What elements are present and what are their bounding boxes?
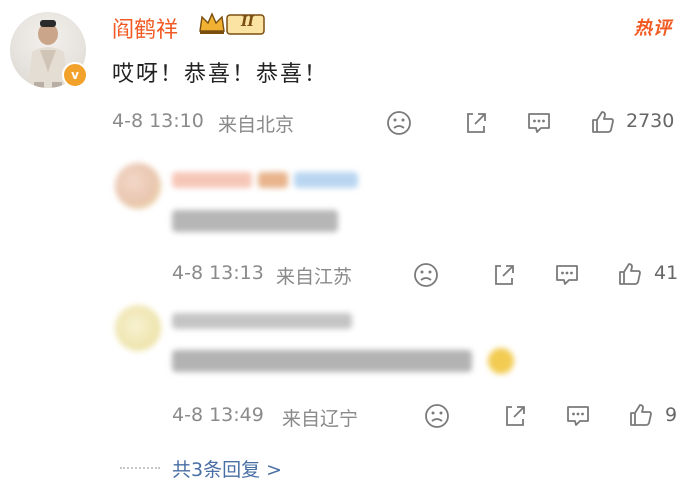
reply-text-blurred bbox=[172, 210, 338, 232]
comment-source: 来自北京 bbox=[218, 114, 295, 136]
divider-dots bbox=[120, 467, 160, 469]
reply-time: 4-8 13:49 bbox=[172, 404, 264, 426]
like-count: 41 bbox=[654, 262, 679, 284]
hot-label: 热评 bbox=[634, 18, 672, 39]
reply-avatar[interactable] bbox=[115, 163, 161, 209]
share-icon[interactable] bbox=[463, 110, 489, 136]
more-replies-link[interactable]: 共3条回复 > bbox=[172, 455, 282, 482]
comment-icon[interactable] bbox=[526, 110, 552, 136]
reply-avatar[interactable] bbox=[115, 305, 161, 351]
thumbs-up-icon[interactable] bbox=[590, 109, 616, 135]
share-icon[interactable] bbox=[502, 403, 528, 429]
sad-face-icon[interactable] bbox=[424, 403, 450, 429]
reply-source: 来自江苏 bbox=[276, 266, 353, 288]
like-count: 9 bbox=[665, 404, 678, 426]
comment-icon[interactable] bbox=[565, 403, 591, 429]
thumbs-up-icon[interactable] bbox=[628, 402, 654, 428]
thumbs-up-icon[interactable] bbox=[617, 261, 643, 287]
like-count: 2730 bbox=[626, 110, 675, 132]
emoji-blurred bbox=[488, 348, 514, 374]
sad-face-icon[interactable] bbox=[413, 262, 439, 288]
comment-text: 哎呀！恭喜！恭喜！ bbox=[112, 62, 329, 87]
badge-label: II bbox=[240, 14, 255, 30]
reply-author-blurred[interactable] bbox=[172, 172, 252, 188]
share-icon[interactable] bbox=[491, 262, 517, 288]
reply-badge-blurred bbox=[258, 172, 288, 188]
verified-icon: v bbox=[62, 62, 88, 88]
reply-author-blurred[interactable] bbox=[172, 313, 352, 329]
comment-icon[interactable] bbox=[554, 262, 580, 288]
author-name[interactable]: 阎鹤祥 bbox=[112, 12, 178, 44]
sad-face-icon[interactable] bbox=[386, 110, 412, 136]
reply-badge-blurred bbox=[294, 172, 358, 188]
reply-text-blurred bbox=[172, 350, 472, 372]
comment-time: 4-8 13:10 bbox=[112, 110, 204, 132]
reply-time: 4-8 13:13 bbox=[172, 262, 264, 284]
reply-source: 来自辽宁 bbox=[282, 408, 359, 430]
